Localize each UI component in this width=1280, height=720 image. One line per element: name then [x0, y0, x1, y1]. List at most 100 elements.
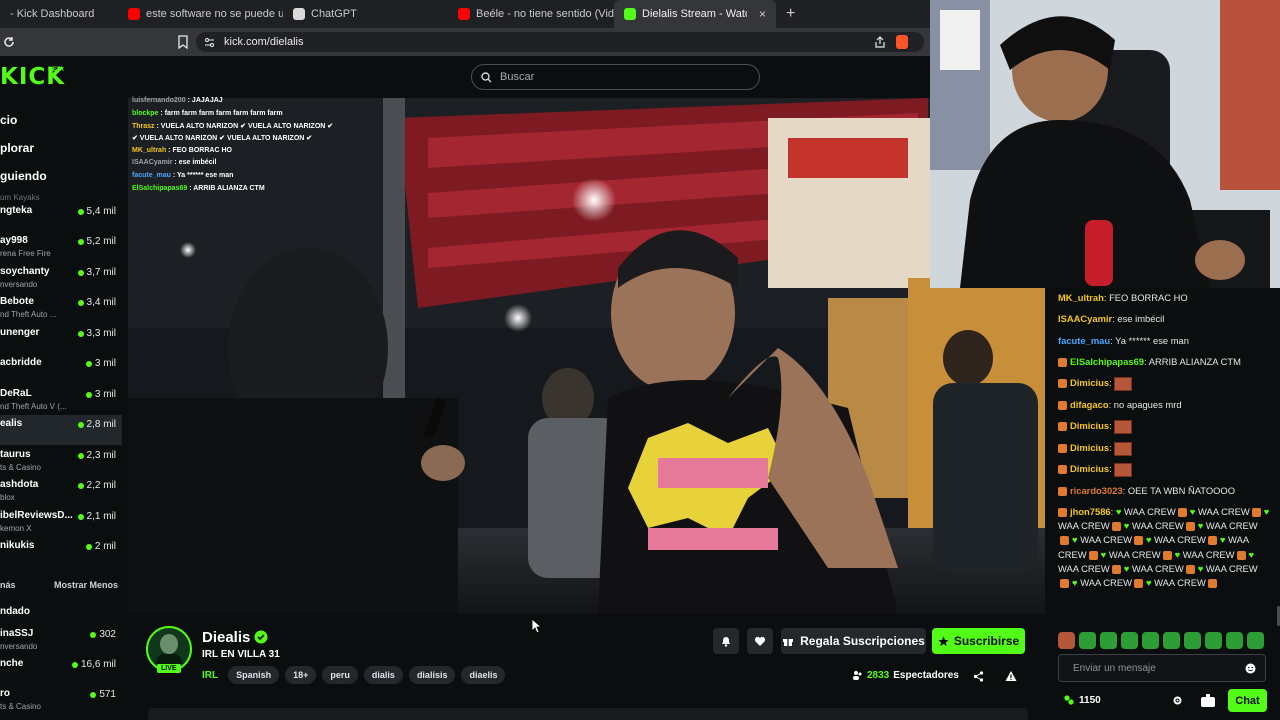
emote-icon[interactable]	[1226, 631, 1243, 649]
tag[interactable]: peru	[322, 666, 358, 684]
chat-text: WAA CREW	[1058, 562, 1110, 574]
kick-icon	[624, 8, 636, 20]
tag[interactable]: 18+	[285, 666, 317, 684]
chat-username[interactable]: MK_ultrah	[1058, 292, 1104, 303]
chat-send-button[interactable]: Chat	[1228, 689, 1267, 712]
emote-icon	[1114, 376, 1133, 391]
sidebar-channel[interactable]: acbridde 3 mil	[0, 354, 122, 384]
tag[interactable]: dialis	[363, 666, 403, 684]
tab-youtube-software[interactable]: este software no se puede usar mie	[118, 0, 283, 28]
chat-username[interactable]: facute_mau	[1058, 335, 1110, 346]
sidebar-channel-name: ro	[0, 688, 10, 699]
live-dot-icon	[77, 208, 84, 215]
overlay-chat-line: blockpe : farm farm farm farm farm farm …	[132, 110, 283, 117]
channel-points[interactable]: 1150	[1063, 694, 1101, 706]
heart-emote-icon: ♥	[1100, 548, 1107, 560]
sidebar-viewer-count: 3,3 mil	[77, 328, 116, 339]
notify-button[interactable]	[713, 628, 739, 654]
sidebar-channel[interactable]: ngteka 5,4 mil	[0, 202, 122, 232]
gift-chest-icon[interactable]	[1200, 693, 1216, 708]
viewer-count-text: 302	[99, 629, 116, 640]
overlay-chat-text: Ya ****** ese man	[177, 172, 234, 179]
channel-name[interactable]: Diealis	[202, 629, 250, 646]
fox-emote-icon	[1251, 508, 1261, 518]
emote-icon[interactable]	[1142, 631, 1159, 649]
tab-chatgpt[interactable]: ChatGPT	[283, 0, 448, 28]
chat-username[interactable]: jhon7586	[1070, 506, 1111, 517]
chat-settings-icon[interactable]	[1172, 695, 1183, 706]
nav-home[interactable]: cio	[0, 113, 17, 127]
sidebar-viewer-count: 2,8 mil	[77, 419, 116, 430]
report-icon[interactable]	[1005, 670, 1017, 682]
chat-username[interactable]: Dimicius	[1070, 420, 1109, 431]
fox-emote-icon	[1207, 536, 1217, 546]
recommended-channel[interactable]: inaSSJ nversando 302	[0, 625, 122, 655]
tag[interactable]: dialisis	[408, 666, 456, 684]
sidebar-channel[interactable]: nikukis 2 mil	[0, 537, 122, 567]
sidebar-channel[interactable]: ay998 rena Free Fire 5,2 mil	[0, 232, 122, 262]
show-more-button[interactable]: nás	[0, 580, 16, 590]
emote-icon[interactable]	[1205, 631, 1222, 649]
follow-button[interactable]	[747, 628, 773, 654]
share-icon[interactable]	[874, 36, 886, 48]
nav-following[interactable]: guiendo	[0, 169, 47, 183]
emote-icon[interactable]	[1058, 631, 1075, 649]
emote-bar	[1058, 630, 1268, 650]
category-link[interactable]: IRL	[202, 670, 218, 681]
sidebar-channel-name: ngteka	[0, 205, 33, 216]
sidebar-channel[interactable]: DeRaL nd Theft Auto V (... 3 mil	[0, 385, 122, 415]
sidebar-channel[interactable]: soychanty nversando 3,7 mil	[0, 263, 122, 293]
chat-username[interactable]: Dimicius	[1070, 442, 1109, 453]
gift-subs-button[interactable]: Regala Suscripciones	[781, 628, 926, 654]
sidebar-channel[interactable]: ealis 2,8 mil	[0, 415, 122, 445]
recommended-channel[interactable]: ro ts & Casino 571	[0, 685, 122, 715]
chat-username[interactable]: ElSalchipapas69	[1070, 356, 1144, 367]
share-icon[interactable]	[973, 671, 984, 682]
overlay-chat-line: facute_mau : Ya ****** ese man	[132, 172, 233, 179]
emote-icon[interactable]	[1163, 631, 1180, 649]
brave-shield-icon[interactable]	[896, 35, 908, 49]
tag[interactable]: Spanish	[228, 666, 280, 684]
live-dot-icon	[90, 691, 97, 698]
new-tab-button[interactable]: +	[776, 5, 805, 23]
url-field[interactable]: kick.com/dielalis	[196, 32, 924, 52]
emote-icon[interactable]	[1079, 631, 1096, 649]
emote-icon[interactable]	[1247, 631, 1264, 649]
chat-username[interactable]: ISAACyamir	[1058, 313, 1112, 324]
emoji-icon[interactable]	[1245, 663, 1256, 674]
channel-info: LIVE Diealis IRL EN VILLA 31 IRL Spanish…	[128, 614, 1045, 720]
reload-icon[interactable]	[2, 35, 16, 49]
emote-icon[interactable]	[1100, 631, 1117, 649]
badge-icon	[1058, 508, 1067, 518]
tag[interactable]: diaelis	[461, 666, 506, 684]
show-less-button[interactable]: Mostrar Menos	[54, 580, 118, 590]
chat-username[interactable]: ricardo3023	[1070, 485, 1123, 496]
overlay-chat-line: ✔ VUELA ALTO NARIZON ✔ VUELA ALTO NARIZO…	[132, 134, 312, 142]
video-player[interactable]	[128, 98, 1045, 614]
close-tab-icon[interactable]: ×	[759, 7, 766, 21]
chat-text: ARRIB ALIANZA CTM	[1148, 356, 1241, 367]
nav-explore[interactable]: plorar	[0, 141, 34, 155]
emote-icon[interactable]	[1184, 631, 1201, 649]
sidebar-channel[interactable]: ibelReviewsD... kemon X 2,1 mil	[0, 507, 122, 537]
chat-username[interactable]: difagaco	[1070, 399, 1109, 410]
recommended-channel[interactable]: nche 16,6 mil	[0, 655, 122, 685]
sidebar-channel[interactable]: taurus ts & Casino 2,3 mil	[0, 446, 122, 476]
sidebar-channel[interactable]: ashdota blox 2,2 mil	[0, 476, 122, 506]
chat-text: WAA CREW	[1058, 520, 1110, 532]
bell-icon	[722, 637, 730, 647]
site-settings-icon[interactable]	[204, 37, 215, 48]
tab-kick-dashboard[interactable]: - Kick Dashboard	[0, 0, 118, 28]
subscribe-button[interactable]: Suscribirse	[932, 628, 1025, 654]
sidebar-channel[interactable]: Bebote nd Theft Auto ... 3,4 mil	[0, 293, 122, 323]
emote-icon[interactable]	[1121, 631, 1138, 649]
bookmark-icon[interactable]	[177, 35, 189, 49]
chat-username[interactable]: Dimicius	[1070, 377, 1109, 388]
search-input[interactable]: Buscar	[471, 64, 760, 90]
overlay-chat-text: JAJAJAJ	[191, 97, 223, 104]
tab-dielalis-stream[interactable]: Dielalis Stream - Watch Live ×	[614, 0, 776, 28]
tab-youtube-beele[interactable]: Beéle - no tiene sentido (Video Ofic	[448, 0, 614, 28]
sidebar-channel[interactable]: unenger 3,3 mil	[0, 324, 122, 354]
chat-username[interactable]: Dimicius	[1070, 463, 1109, 474]
chat-input[interactable]: Enviar un mensaje	[1058, 654, 1266, 682]
